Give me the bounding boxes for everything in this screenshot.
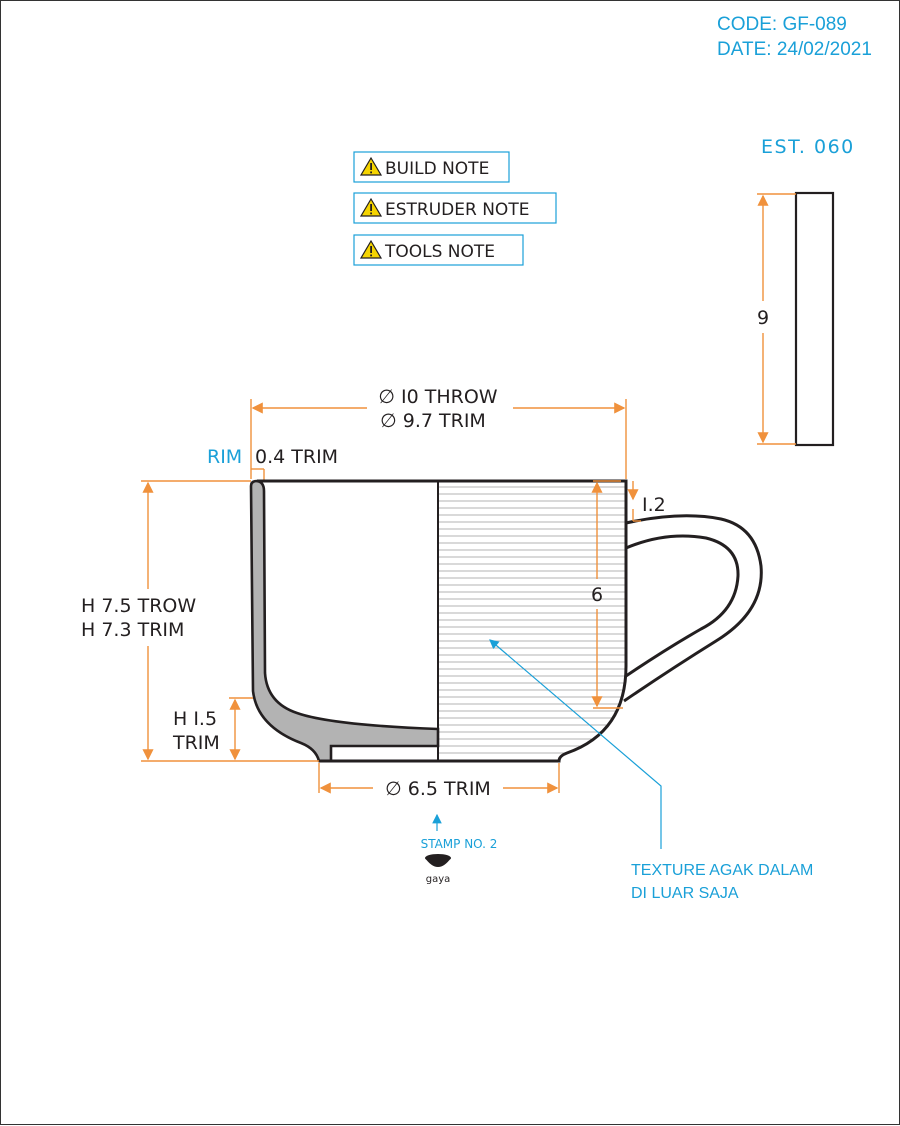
height-trim: H 7.3 TRIM: [81, 619, 184, 641]
stamp-label: STAMP NO. 2: [421, 837, 498, 851]
base-diameter-dimension: ∅ 6.5 TRIM: [318, 763, 560, 800]
gaya-logo-icon: [425, 854, 451, 867]
note-build-label: BUILD NOTE: [385, 159, 489, 179]
rim-label: RIM: [207, 446, 242, 468]
texture-note-line1: TEXTURE AGAK DALAM: [631, 862, 813, 879]
technical-drawing: CODE: GF-089 DATE: 24/02/2021 BUILD NOTE…: [81, 14, 872, 902]
handle-offset-dimension: I.2: [627, 481, 666, 522]
rim-value: 0.4 TRIM: [255, 446, 338, 468]
note-tools[interactable]: TOOLS NOTE: [353, 234, 524, 266]
est-label: EST. 060: [761, 136, 855, 158]
drawing-date: DATE: 24/02/2021: [717, 39, 872, 60]
foot-height-1: H I.5: [173, 708, 217, 730]
height-throw: H 7.5 TROW: [81, 595, 196, 617]
extrusion-profile: EST. 060 9: [757, 136, 855, 447]
diameter-throw: ∅ I0 THROW: [378, 386, 497, 408]
note-build[interactable]: BUILD NOTE: [353, 151, 510, 183]
handle-offset: I.2: [642, 494, 666, 516]
est-height: 9: [757, 307, 769, 329]
stamp: STAMP NO. 2 gaya: [421, 813, 498, 885]
texture-note-line2: DI LUAR SAJA: [631, 885, 739, 902]
foot-height-2: TRIM: [172, 732, 220, 754]
drawing-code: CODE: GF-089: [717, 14, 847, 35]
cup-handle: [623, 514, 763, 703]
note-estruder[interactable]: ESTRUDER NOTE: [353, 192, 557, 224]
base-diameter: ∅ 6.5 TRIM: [385, 778, 491, 800]
note-estruder-label: ESTRUDER NOTE: [385, 200, 529, 220]
texture-note: TEXTURE AGAK DALAM DI LUAR SAJA: [489, 639, 813, 902]
stamp-logo-text: gaya: [426, 874, 451, 885]
foot-height-dimension: H I.5 TRIM: [172, 697, 253, 761]
cup-wall-section: [249, 479, 440, 763]
handle-height: 6: [591, 584, 603, 606]
diameter-trim: ∅ 9.7 TRIM: [380, 410, 486, 432]
rim-dimension: RIM 0.4 TRIM: [207, 446, 338, 481]
texture-hatch: [438, 486, 626, 761]
drawing-sheet: CODE: GF-089 DATE: 24/02/2021 BUILD NOTE…: [0, 0, 900, 1125]
note-tools-label: TOOLS NOTE: [384, 242, 495, 262]
